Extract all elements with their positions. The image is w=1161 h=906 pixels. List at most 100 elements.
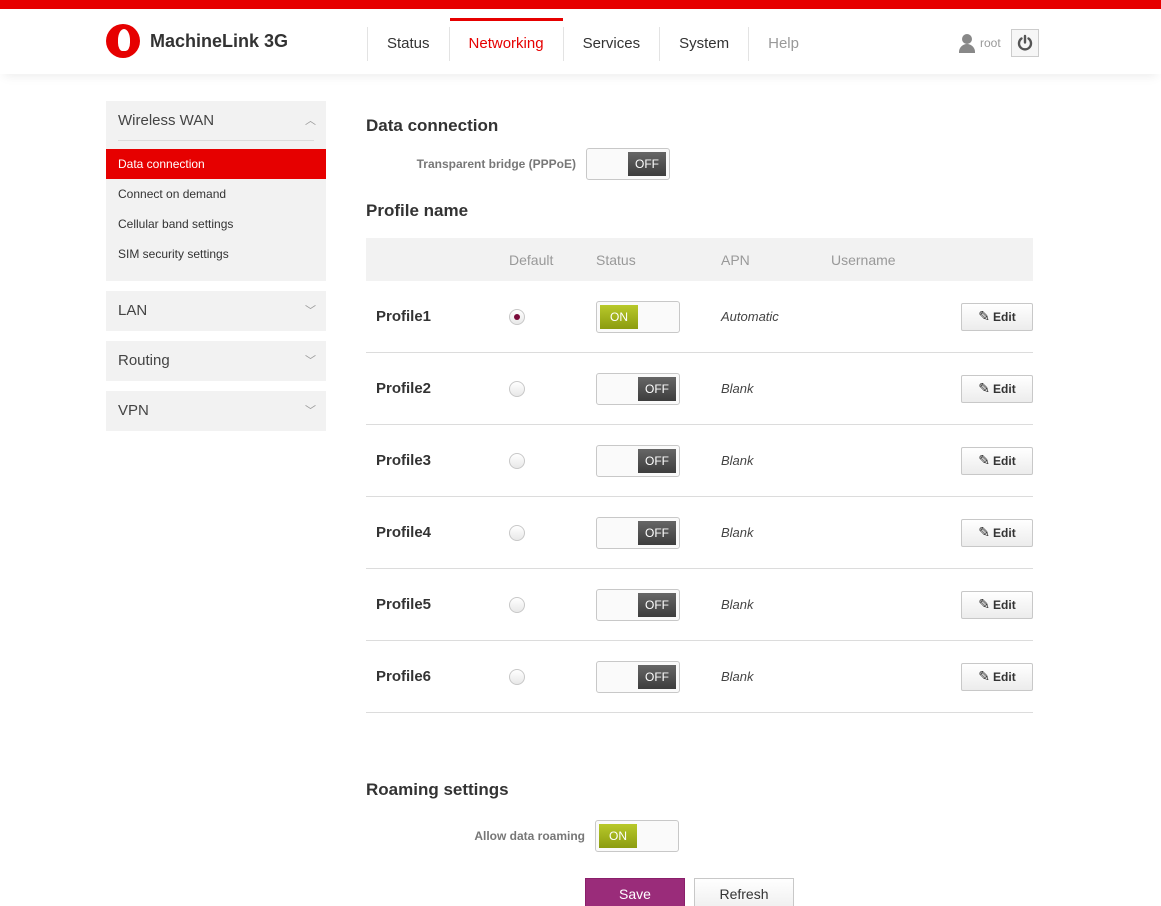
toggle-state: OFF — [638, 448, 676, 473]
sidebar-group-label: Routing — [118, 352, 170, 369]
edit-button[interactable]: ✎ Edit — [961, 446, 1033, 475]
table-row: Profile5 OFF Blank ✎ Edit — [366, 569, 1033, 641]
save-button[interactable]: Save — [585, 878, 685, 906]
bridge-label: Transparent bridge (PPPoE) — [416, 157, 576, 171]
sidebar-group-header[interactable]: Wireless WAN ︿ — [106, 101, 326, 141]
sidebar-item-data-connection[interactable]: Data connection — [106, 149, 326, 179]
default-radio[interactable] — [509, 524, 525, 541]
profile-name: Profile1 — [376, 308, 432, 325]
sidebar-group-vpn[interactable]: VPN ﹀ — [106, 391, 326, 431]
chevron-up-icon: ︿ — [305, 115, 316, 127]
main-content: Data connection Transparent bridge (PPPo… — [366, 101, 1033, 713]
table-row: Profile3 OFF Blank ✎ Edit — [366, 425, 1033, 497]
logout-button[interactable] — [1010, 29, 1039, 57]
sidebar-group-lan[interactable]: LAN ﹀ — [106, 291, 326, 331]
default-radio[interactable] — [509, 452, 525, 469]
nav-system[interactable]: System — [659, 27, 748, 61]
table-header: Default Status APN Username — [366, 238, 1033, 281]
toggle-state: ON — [600, 304, 638, 329]
toggle-state: OFF — [638, 664, 676, 689]
vodafone-logo-icon[interactable] — [106, 24, 140, 58]
apn-value: Blank — [721, 669, 754, 684]
status-toggle[interactable]: OFF — [596, 372, 680, 405]
roaming-label: Allow data roaming — [474, 829, 585, 843]
pencil-icon: ✎ — [978, 596, 991, 612]
main-nav: Status Networking Services System Help — [367, 18, 818, 61]
col-default: Default — [509, 251, 554, 268]
table-row: Profile4 OFF Blank ✎ Edit — [366, 497, 1033, 569]
table-row: Profile1 ON Automatic ✎ Edit — [366, 281, 1033, 353]
apn-value: Automatic — [721, 309, 779, 324]
chevron-down-icon: ﹀ — [305, 405, 316, 417]
apn-value: Blank — [721, 597, 754, 612]
pencil-icon: ✎ — [978, 668, 991, 684]
col-status: Status — [596, 251, 636, 268]
toggle-state: OFF — [628, 152, 666, 176]
status-toggle[interactable]: OFF — [596, 588, 680, 621]
nav-services[interactable]: Services — [562, 27, 660, 61]
chevron-down-icon: ﹀ — [305, 305, 316, 317]
table-row: Profile6 OFF Blank ✎ Edit — [366, 641, 1033, 713]
section-title-roaming: Roaming settings — [366, 780, 509, 799]
section-title-profile-name: Profile name — [366, 201, 469, 220]
status-toggle[interactable]: OFF — [596, 516, 680, 549]
pencil-icon: ✎ — [978, 524, 991, 540]
profiles-table: Default Status APN Username Profile1 ON … — [366, 238, 1033, 713]
sidebar-group-wireless-wan: Wireless WAN ︿ Data connection Connect o… — [106, 101, 326, 281]
default-radio[interactable] — [509, 596, 525, 613]
refresh-button[interactable]: Refresh — [694, 878, 794, 906]
toggle-state: OFF — [638, 376, 676, 401]
apn-value: Blank — [721, 381, 754, 396]
default-radio[interactable] — [509, 308, 525, 325]
edit-button[interactable]: ✎ Edit — [961, 302, 1033, 331]
profile-name: Profile4 — [376, 524, 432, 541]
nav-status[interactable]: Status — [367, 27, 449, 61]
form-actions: Save Refresh — [585, 878, 794, 906]
top-header: MachineLink 3G Status Networking Service… — [0, 9, 1161, 74]
bridge-row: Transparent bridge (PPPoE) OFF — [366, 148, 1033, 180]
status-toggle[interactable]: ON — [596, 300, 680, 333]
status-toggle[interactable]: OFF — [596, 444, 680, 477]
section-title-data-connection: Data connection — [366, 116, 499, 135]
sidebar-item-sim-security-settings[interactable]: SIM security settings — [106, 239, 326, 269]
power-icon — [1017, 34, 1032, 51]
chevron-down-icon: ﹀ — [305, 355, 316, 367]
sidebar-item-cellular-band-settings[interactable]: Cellular band settings — [106, 209, 326, 239]
user-icon — [958, 33, 976, 53]
user-area: root — [958, 29, 1039, 57]
sidebar-group-label: VPN — [118, 402, 149, 419]
edit-button[interactable]: ✎ Edit — [961, 662, 1033, 691]
profile-name: Profile5 — [376, 596, 432, 613]
default-radio[interactable] — [509, 668, 525, 685]
toggle-state: ON — [599, 824, 637, 848]
edit-button[interactable]: ✎ Edit — [961, 518, 1033, 547]
toggle-state: OFF — [638, 592, 676, 617]
top-accent-bar — [0, 0, 1161, 9]
roaming-toggle[interactable]: ON — [595, 820, 679, 852]
sidebar: Wireless WAN ︿ Data connection Connect o… — [106, 101, 326, 441]
sidebar-group-label: Wireless WAN — [118, 112, 215, 129]
nav-networking[interactable]: Networking — [448, 18, 563, 61]
pencil-icon: ✎ — [978, 452, 991, 468]
sidebar-items: Data connection Connect on demand Cellul… — [106, 141, 326, 281]
edit-button[interactable]: ✎ Edit — [961, 374, 1033, 403]
default-radio[interactable] — [509, 380, 525, 397]
roaming-section: Roaming settings Allow data roaming ON — [366, 780, 679, 852]
edit-button[interactable]: ✎ Edit — [961, 590, 1033, 619]
nav-help[interactable]: Help — [748, 27, 818, 61]
status-toggle[interactable]: OFF — [596, 660, 680, 693]
pencil-icon: ✎ — [978, 308, 991, 324]
profile-name: Profile6 — [376, 668, 432, 685]
table-row: Profile2 OFF Blank ✎ Edit — [366, 353, 1033, 425]
apn-value: Blank — [721, 525, 754, 540]
bridge-toggle[interactable]: OFF — [586, 148, 670, 180]
roaming-row: Allow data roaming ON — [366, 820, 679, 852]
profile-name: Profile2 — [376, 380, 432, 397]
sidebar-item-connect-on-demand[interactable]: Connect on demand — [106, 179, 326, 209]
sidebar-group-routing[interactable]: Routing ﹀ — [106, 341, 326, 381]
apn-value: Blank — [721, 453, 754, 468]
user-name: root — [980, 36, 1001, 50]
pencil-icon: ✎ — [978, 380, 991, 396]
col-username: Username — [831, 251, 896, 268]
profile-name: Profile3 — [376, 452, 432, 469]
